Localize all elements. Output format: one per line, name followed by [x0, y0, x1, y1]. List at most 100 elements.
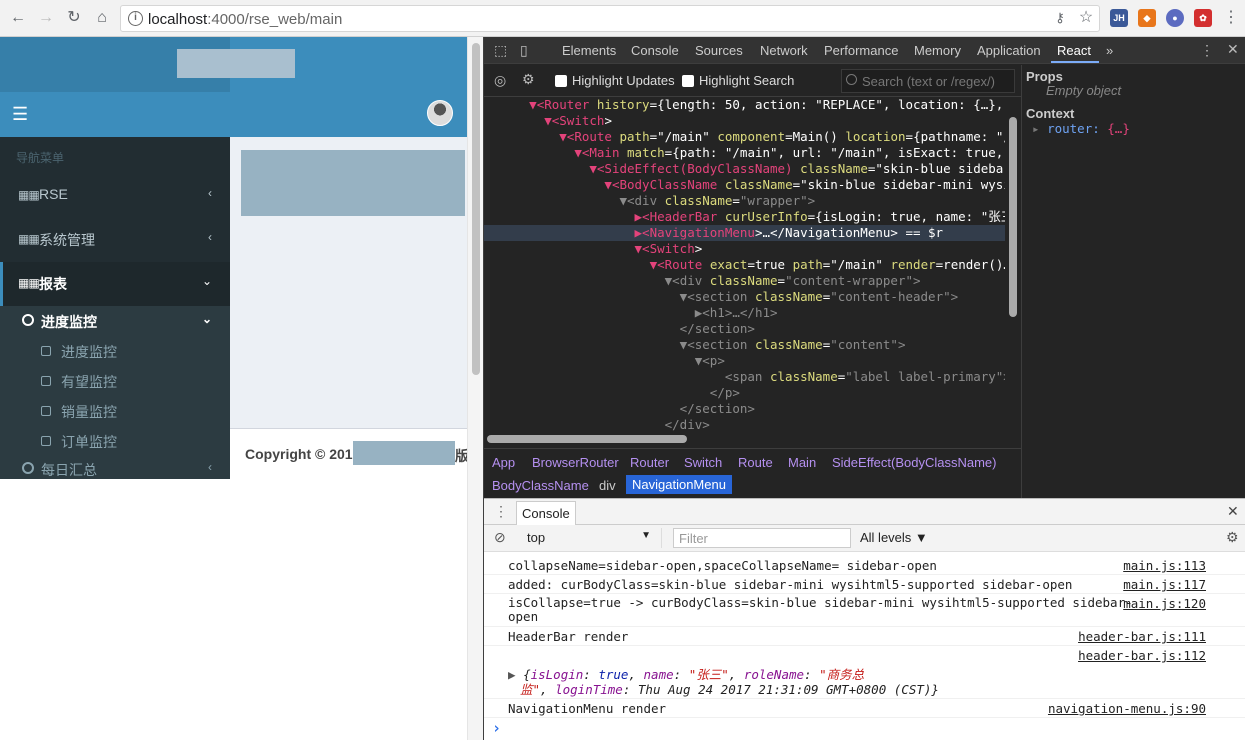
more-tabs-icon[interactable]: » [1106, 43, 1113, 58]
submenu-daily[interactable]: 每日汇总 ‹ [0, 456, 230, 479]
log-source-link[interactable]: header-bar.js:111 [1078, 629, 1206, 644]
device-toggle-icon[interactable]: ▯ [520, 42, 528, 59]
avatar[interactable] [427, 100, 453, 126]
tab-sources[interactable]: Sources [695, 43, 743, 58]
tab-network[interactable]: Network [760, 43, 808, 58]
tree-node[interactable]: ▼<section className="content-header"> [484, 289, 1005, 305]
crumb-app[interactable]: App [492, 455, 515, 470]
tree-node[interactable]: </section> [484, 321, 1005, 337]
sidebar-item-rse[interactable]: ▦▦ RSE ‹ [0, 174, 230, 218]
highlight-search-checkbox[interactable] [682, 75, 694, 87]
tree-node[interactable]: ▶<h1>…</h1> [484, 305, 1005, 321]
url-text[interactable]: localhost:4000/rse_web/main [148, 11, 342, 28]
home-icon[interactable]: ⌂ [92, 8, 112, 28]
submenu-item[interactable]: 订单监控 [0, 426, 230, 456]
tree-node[interactable]: ▶<NavigationMenu>…</NavigationMenu> == $… [484, 225, 1005, 241]
highlight-updates-checkbox[interactable] [555, 75, 567, 87]
collapse-triangle-icon[interactable]: ▼ [604, 177, 612, 192]
tree-horizontal-scrollbar[interactable] [487, 435, 687, 443]
collapse-triangle-icon[interactable]: ▼ [574, 145, 582, 160]
tree-node[interactable]: ▼<Route exact=true path="/main" render=r… [484, 257, 1005, 273]
collapse-triangle-icon[interactable]: ▼ [589, 161, 597, 176]
crumb-sideeffect[interactable]: SideEffect(BodyClassName) [832, 455, 997, 470]
tab-elements[interactable]: Elements [562, 43, 616, 58]
crumb-route[interactable]: Route [738, 455, 773, 470]
collapse-triangle-icon[interactable]: ▼ [529, 97, 537, 112]
crumb-router[interactable]: Router [630, 455, 669, 470]
close-drawer-icon[interactable]: ✕ [1227, 503, 1239, 520]
log-source-link[interactable]: main.js:113 [1123, 558, 1206, 573]
console-settings-gear-icon[interactable]: ⚙ [1226, 529, 1239, 546]
back-icon[interactable]: ← [8, 8, 28, 28]
bookmark-star-icon[interactable]: ☆ [1076, 8, 1096, 28]
hamburger-icon[interactable]: ☰ [12, 105, 28, 123]
reload-icon[interactable]: ↻ [64, 8, 84, 28]
crumb-switch[interactable]: Switch [684, 455, 722, 470]
expand-triangle-icon[interactable]: ▸ [1032, 121, 1047, 136]
crumb-browserrouter[interactable]: BrowserRouter [532, 455, 619, 470]
target-icon[interactable]: ◎ [494, 72, 506, 89]
submenu-item[interactable]: 销量监控 [0, 396, 230, 426]
tree-node[interactable]: ▼<p> [484, 353, 1005, 369]
log-source-link[interactable]: main.js:117 [1123, 577, 1206, 592]
tab-memory[interactable]: Memory [914, 43, 961, 58]
tree-node[interactable]: ▼<SideEffect(BodyClassName) className="s… [484, 161, 1005, 177]
tab-react[interactable]: React [1057, 43, 1091, 58]
expand-triangle-icon[interactable]: ▶ [635, 225, 643, 240]
drawer-tab-console[interactable]: Console [516, 501, 576, 525]
collapse-triangle-icon[interactable]: ▼ [619, 193, 627, 208]
console-filter-input[interactable]: Filter [673, 528, 851, 548]
tab-console[interactable]: Console [631, 43, 679, 58]
tree-node[interactable]: ▼<section className="content"> [484, 337, 1005, 353]
sidebar-item-reports[interactable]: ▦▦ 报表 ⌄ [0, 262, 230, 306]
info-icon[interactable]: i [128, 11, 143, 26]
collapse-triangle-icon[interactable]: ▼ [650, 257, 658, 272]
tree-search-input[interactable]: Search (text or /regex/) [841, 69, 1015, 93]
context-router-entry[interactable]: ▸ router: {…} [1032, 121, 1130, 136]
tree-node[interactable]: <span className="label label-primary">欢迎… [484, 369, 1005, 385]
tree-node[interactable]: ▼<Switch> [484, 241, 1005, 257]
tree-node[interactable]: ▼<Switch> [484, 113, 1005, 129]
crumb-bodyclassname[interactable]: BodyClassName [492, 478, 589, 493]
close-icon[interactable]: ✕ [1227, 41, 1239, 58]
submenu-item[interactable]: 有望监控 [0, 366, 230, 396]
tree-vertical-scrollbar[interactable] [1009, 117, 1017, 317]
tree-node[interactable]: </section> [484, 401, 1005, 417]
collapse-triangle-icon[interactable]: ▼ [559, 129, 567, 144]
crumb-div[interactable]: div [599, 478, 616, 493]
tree-node[interactable]: ▼<BodyClassName className="skin-blue sid… [484, 177, 1005, 193]
extension-circle-icon[interactable]: ● [1166, 9, 1184, 27]
component-tree[interactable]: ▼<Router history={length: 50, action: "R… [484, 97, 1005, 433]
extension-bug-icon[interactable]: ✿ [1194, 9, 1212, 27]
page-scrollbar[interactable] [467, 37, 483, 740]
scrollbar-thumb[interactable] [472, 43, 480, 375]
collapse-triangle-icon[interactable]: ▼ [635, 241, 643, 256]
submenu-progress[interactable]: 进度监控 ⌄ [0, 306, 230, 336]
crumb-main[interactable]: Main [788, 455, 816, 470]
forward-icon[interactable]: → [36, 8, 56, 28]
chrome-menu-icon[interactable]: ⋮ [1221, 8, 1241, 28]
expand-triangle-icon[interactable]: ▶ [635, 209, 643, 224]
extension-jh-icon[interactable]: JH [1110, 9, 1128, 27]
tree-node[interactable]: </p> [484, 385, 1005, 401]
log-levels-select[interactable]: All levels ▼ [860, 530, 928, 545]
extension-fox-icon[interactable]: ◆ [1138, 9, 1156, 27]
tab-application[interactable]: Application [977, 43, 1041, 58]
key-icon[interactable]: ⚷ [1050, 8, 1070, 28]
tree-node[interactable]: ▶<HeaderBar curUserInfo={isLogin: true, … [484, 209, 1005, 225]
tree-node[interactable]: </div> [484, 417, 1005, 433]
log-source-link[interactable]: header-bar.js:112 [1078, 648, 1206, 663]
clear-console-icon[interactable]: ⊘ [494, 529, 506, 546]
tab-performance[interactable]: Performance [824, 43, 898, 58]
console-prompt-icon[interactable]: › [492, 719, 501, 737]
inspect-icon[interactable]: ⬚ [494, 42, 507, 59]
tree-node[interactable]: ▼<div className="content-wrapper"> [484, 273, 1005, 289]
tree-node[interactable]: ▼<Main match={path: "/main", url: "/main… [484, 145, 1005, 161]
log-source-link[interactable]: main.js:120 [1123, 596, 1206, 611]
context-select[interactable]: top ▼ [522, 528, 662, 548]
tree-node[interactable]: ▼<Route path="/main" component=Main() lo… [484, 129, 1005, 145]
tree-node[interactable]: ▼<div className="wrapper"> [484, 193, 1005, 209]
address-bar[interactable]: i localhost:4000/rse_web/main [120, 5, 1100, 32]
devtools-menu-icon[interactable]: ⋮ [1200, 42, 1214, 59]
log-source-link[interactable]: navigation-menu.js:90 [1048, 701, 1206, 716]
